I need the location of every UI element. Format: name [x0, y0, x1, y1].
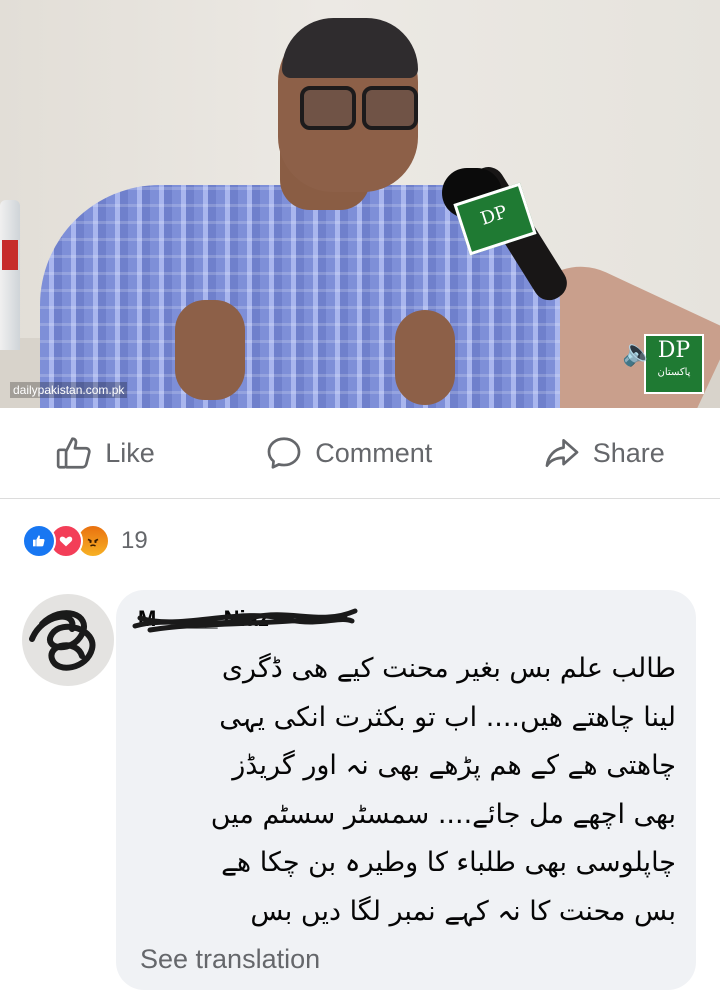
comment-text: طالب علم بس بغیر محنت کیے ھی ڈگری لینا چ… — [140, 645, 676, 945]
comment-line: چاھتی ھے کے ھم پڑھے بھی نہ اور گریڈز — [232, 750, 676, 781]
video-person-hand-right — [395, 310, 455, 405]
reaction-count: 19 — [121, 527, 148, 554]
post-action-bar: Like Comment Share — [0, 408, 720, 499]
thumbs-up-icon — [57, 437, 91, 469]
share-label: Share — [592, 437, 665, 468]
author-name-redaction — [132, 608, 358, 633]
comment-line: بس محنت کا نہ کہے نمبر لگا دیں بس — [250, 895, 676, 927]
video-person-hand-left — [175, 300, 245, 400]
video-watermark: dailypakistan.com.pk — [10, 382, 128, 398]
avatar-scribble-redaction — [29, 610, 96, 671]
comment-line: طالب علم بس بغیر محنت کیے ھی ڈگری — [221, 653, 676, 684]
channel-logo: 🔈 DP پاکستان — [622, 334, 704, 394]
comment-line: بھی اچھے مل جائے.... سمسٹر سسٹم میں — [210, 798, 676, 830]
share-button[interactable]: Share — [543, 434, 665, 472]
speaker-muted-icon[interactable]: 🔈 — [622, 338, 654, 368]
see-translation-link[interactable]: See translation — [140, 944, 320, 975]
reactions-summary[interactable]: 19 — [22, 524, 148, 558]
comment-bubble-icon — [267, 437, 301, 469]
like-reaction-icon — [22, 524, 56, 558]
video-bottle — [0, 200, 20, 350]
like-label: Like — [105, 437, 155, 468]
comment-line: چاپلوسی بھی طلباء کا وطیرہ بن چکا ھے — [221, 847, 676, 878]
comment-line: لینا چاھتے ھیں.... اب تو بکثرت انکی یہی — [219, 701, 676, 733]
comment-button[interactable]: Comment — [265, 434, 432, 472]
video-person-glasses — [300, 86, 420, 130]
post-video-thumbnail[interactable]: DP dailypakistan.com.pk 🔈 DP پاکستان — [0, 0, 720, 408]
commenter-avatar[interactable] — [22, 594, 114, 686]
like-button[interactable]: Like — [55, 434, 155, 472]
share-arrow-icon — [545, 438, 579, 468]
comment-label: Comment — [315, 437, 433, 468]
